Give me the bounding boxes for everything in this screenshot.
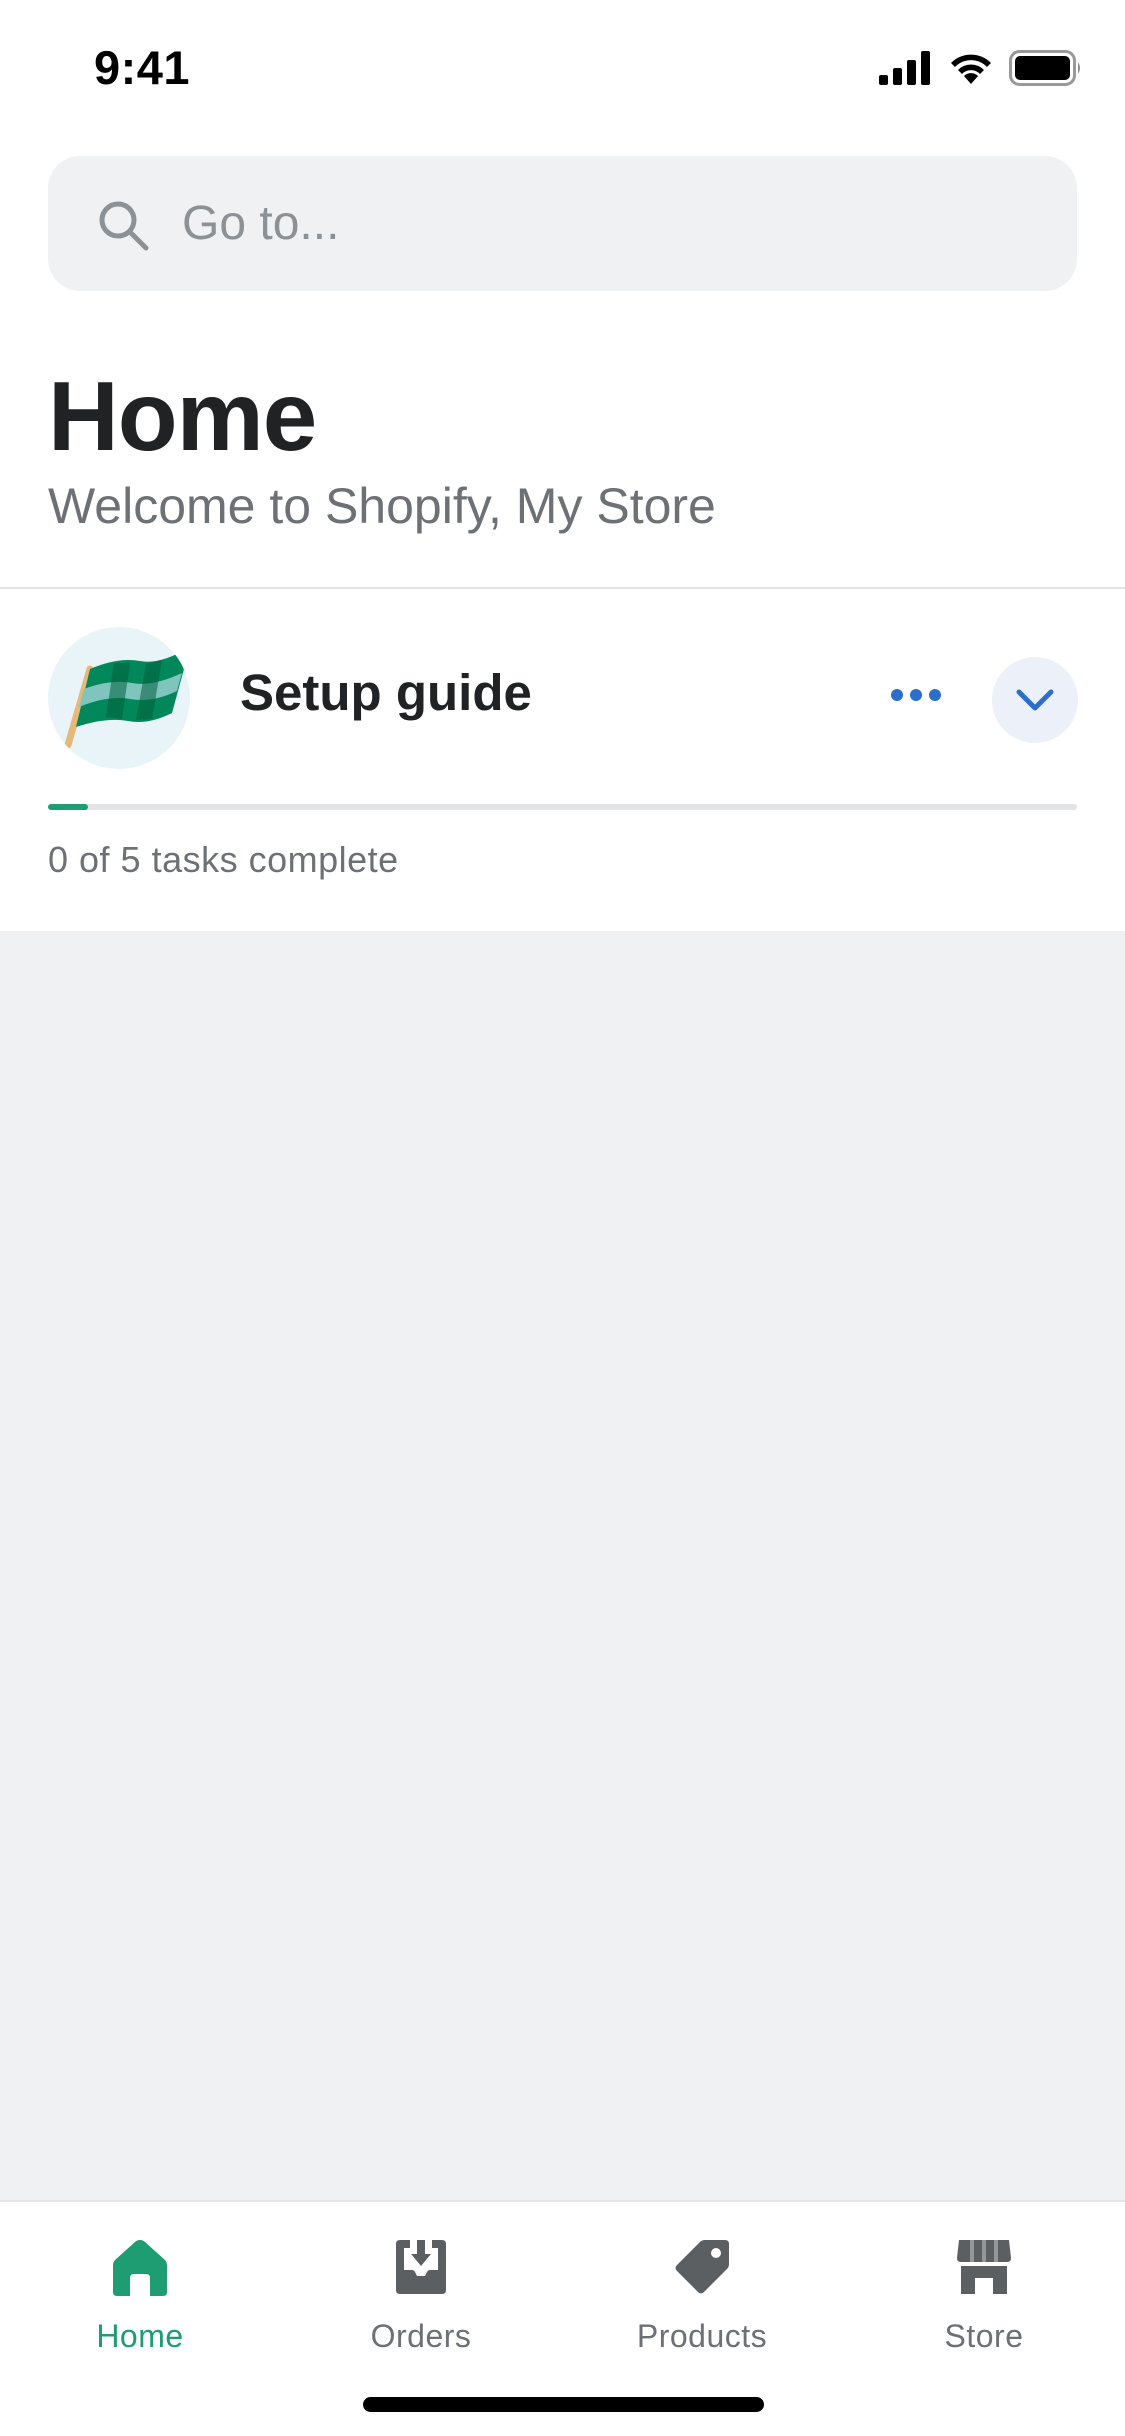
tab-products-label: Products [636, 2318, 768, 2354]
tab-home-label: Home [96, 2318, 184, 2354]
expand-button[interactable] [992, 657, 1078, 743]
status-time: 9:41 [94, 41, 191, 94]
tab-orders[interactable]: Orders [321, 2232, 521, 2382]
setup-guide-title: Setup guide [240, 664, 532, 721]
orders-icon [396, 2240, 446, 2294]
setup-guide-card: Setup guide 0 of 5 tasks complete [0, 589, 1125, 931]
tab-products[interactable]: Products [602, 2232, 802, 2382]
setup-progress-text: 0 of 5 tasks complete [48, 839, 399, 880]
page-subtitle: Welcome to Shopify, My Store [48, 478, 716, 534]
more-dots-icon [891, 689, 941, 701]
store-icon [957, 2240, 1011, 2294]
status-bar: 9:41 [0, 0, 1125, 140]
home-icon [113, 2240, 167, 2296]
battery-icon [1009, 50, 1080, 86]
tab-store-label: Store [944, 2318, 1024, 2354]
search-bar[interactable] [48, 156, 1077, 291]
cellular-signal-icon [879, 51, 930, 85]
setup-progress-bar [48, 804, 1077, 810]
flag-icon [64, 647, 190, 749]
products-tag-icon [675, 2240, 729, 2294]
tab-orders-label: Orders [370, 2318, 472, 2354]
setup-progress-fill [48, 804, 88, 810]
tab-home[interactable]: Home [40, 2232, 240, 2382]
app-screen: 9:41 Go to... Home Welcome to Shopify, M… [0, 0, 1125, 2436]
wifi-icon [951, 54, 991, 84]
setup-flag-avatar [48, 627, 190, 769]
search-input[interactable] [182, 156, 1042, 291]
page-title: Home [48, 361, 317, 471]
page-header: Home Welcome to Shopify, My Store [0, 140, 1125, 589]
home-indicator [363, 2397, 764, 2412]
chevron-down-icon [1016, 689, 1054, 711]
tab-store[interactable]: Store [884, 2232, 1084, 2382]
status-icons [879, 50, 1083, 86]
search-icon [99, 201, 149, 251]
more-options-button[interactable] [880, 659, 952, 731]
